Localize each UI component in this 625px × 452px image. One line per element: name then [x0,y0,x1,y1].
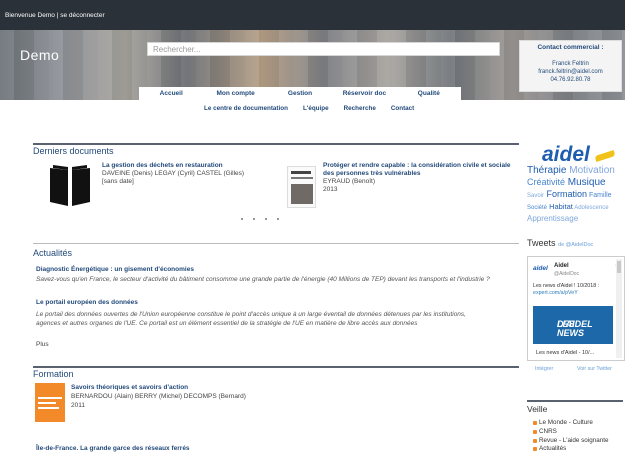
site-logo[interactable]: Demo [20,47,59,63]
twitter-timeline[interactable]: aidel Aidel @AidelDoc 🐦 Les news d'Aidel… [527,256,625,361]
tweet-image-text-2: D'AIDEL [557,319,593,329]
welcome-text: Bienvenue Demo [5,12,55,19]
book-icon [50,165,90,206]
tweet-text: Les news d'Aidel ! 10/2018 : expert.com/… [533,283,617,297]
tag-cloud-item[interactable]: Thérapie [527,165,566,176]
aidel-logo-swoosh [594,150,616,162]
twitter-view-link[interactable]: Voir sur Twitter [577,366,612,372]
section-divider [33,366,519,368]
contact-name: Franck Feltrin [552,61,589,67]
welcome-line: Bienvenue Demo | se déconnecter [5,12,105,19]
tweet-author-name[interactable]: Aidel [554,263,569,269]
tweets-title-text: Tweets [527,238,556,248]
document-date: 2013 [323,186,338,193]
rss-icon [533,420,537,425]
search-input[interactable]: Rechercher... [147,42,500,56]
news-item-text: Savez-vous qu'en France, le secteur d'ac… [36,276,490,283]
carousel-dots[interactable] [241,218,289,220]
training-item-date: 2011 [71,402,85,409]
timeline-scrollbar[interactable] [616,259,622,358]
contact-email[interactable]: franck.feltrin@aidel.com [520,68,621,76]
news-item-text: Le portail des données ouvertes de l'Uni… [36,311,466,318]
feed-label[interactable]: Le Monde - Culture [539,419,593,426]
tweets-by[interactable]: de @AidelDoc [558,242,593,248]
document-cover-thumbnail[interactable] [287,166,316,208]
tag-cloud-row: Créativité Musique [527,177,606,189]
tag-cloud-item[interactable]: Créativité [527,177,565,187]
tag-cloud-item[interactable]: Musique [565,177,606,188]
section-divider [33,143,519,145]
contact-phone: 04.76.92.80.78 [550,77,591,83]
nav-reservoir-doc[interactable]: Réservoir doc [332,87,396,100]
training-title: Formation [33,369,74,379]
tag-cloud-row: Thérapie Motivation [527,165,615,177]
tag-cloud-row: Apprentissage [527,213,578,225]
tweet-link[interactable]: expert.com/a/pVeY [533,290,578,296]
document-date: [sans date] [102,178,134,185]
feed-label[interactable]: Actualités [539,445,566,452]
tag-cloud-item[interactable]: Famille [587,192,612,199]
training-item-authors: BERNARDOU (Alain) BERRY (Michel) DECOMPS… [71,393,246,400]
nav-qualite[interactable]: Qualité [397,87,461,100]
subnav-equipe[interactable]: L'équipe [303,105,329,112]
news-item-title[interactable]: Le portail européen des données [36,299,138,306]
tweet-caption[interactable]: Les news d'Aidel - 10/... [536,350,594,356]
twitter-embed-link[interactable]: Intégrer [535,366,553,372]
search-placeholder: Rechercher... [153,45,201,54]
contact-box: Contact commercial : Franck Feltrin fran… [519,40,622,92]
tag-cloud-item[interactable]: Apprentissage [527,214,578,223]
document-title-link[interactable]: La gestion des déchets en restauration [102,162,223,169]
tweet-avatar[interactable]: aidel [533,265,548,272]
news-item-title[interactable]: Diagnostic Énergétique : un gisement d'é… [36,266,194,273]
tweet-body: Les news d'Aidel ! 10/2018 : [533,283,600,289]
tag-cloud-item[interactable]: Formation [544,189,588,199]
subnav-recherche[interactable]: Recherche [344,105,376,112]
tweet-image[interactable]: LES NEWS D'AIDEL [533,306,613,344]
document-title-link[interactable]: Protéger et rendre capable : la considér… [323,162,511,169]
document-authors: DAVEINE (Denis) LEGAY (Cyril) CASTEL (Gi… [102,170,245,177]
logout-link[interactable]: se déconnecter [60,12,104,19]
nav-accueil[interactable]: Accueil [139,87,203,100]
feed-label[interactable]: Revue - L'aide soignante [539,437,608,444]
feed-label[interactable]: CNRS [539,428,557,435]
training-next-item[interactable]: Île-de-France. La grande garce des résea… [36,445,190,452]
tag-cloud-item[interactable]: Savoir [527,193,544,199]
nav-mon-compte[interactable]: Mon compte [203,87,267,100]
rss-icon [533,438,537,443]
document-authors: EYRAUD (Benoît) [323,178,376,185]
document-title-link-line2[interactable]: des personnes très vulnérables [323,170,421,177]
main-nav: Accueil Mon compte Gestion Réservoir doc… [139,87,461,100]
tweet-author-handle[interactable]: @AidelDoc [554,271,579,277]
news-title: Actualités [33,248,73,258]
tag-cloud-item[interactable]: Société [527,205,547,211]
training-cover-thumbnail[interactable] [35,383,65,422]
feed-item[interactable]: Revue - L'aide soignante [533,437,608,444]
documents-title: Derniers documents [33,146,114,156]
rss-icon [533,429,537,434]
contact-title: Contact commercial : [537,44,604,51]
sub-nav: Le centre de documentation L'équipe Rech… [204,105,429,112]
news-more-link[interactable]: Plus [36,341,49,348]
veille-divider [527,400,623,402]
subnav-contact[interactable]: Contact [391,105,414,112]
tweets-title: Tweets de @AidelDoc [527,238,593,248]
subnav-centre-documentation[interactable]: Le centre de documentation [204,105,288,112]
rss-icon [533,446,537,451]
training-item-title[interactable]: Savoirs théoriques et savoirs d'action [71,384,188,391]
news-item-text-line2: agences et autres organes de l'UE. Ce po… [36,320,418,327]
feed-item[interactable]: CNRS [533,428,557,435]
tag-cloud-item[interactable]: Adolescence [573,205,608,211]
feed-item[interactable]: Le Monde - Culture [533,419,593,426]
aidel-logo[interactable]: aidel [542,143,590,167]
nav-gestion[interactable]: Gestion [268,87,332,100]
tag-cloud-item[interactable]: Habitat [547,202,573,211]
tag-cloud-item[interactable]: Motivation [566,165,615,176]
veille-title: Veille [527,404,548,414]
feed-item[interactable]: Actualités [533,445,566,452]
section-divider [33,243,519,244]
top-bar: Bienvenue Demo | se déconnecter [0,0,625,30]
